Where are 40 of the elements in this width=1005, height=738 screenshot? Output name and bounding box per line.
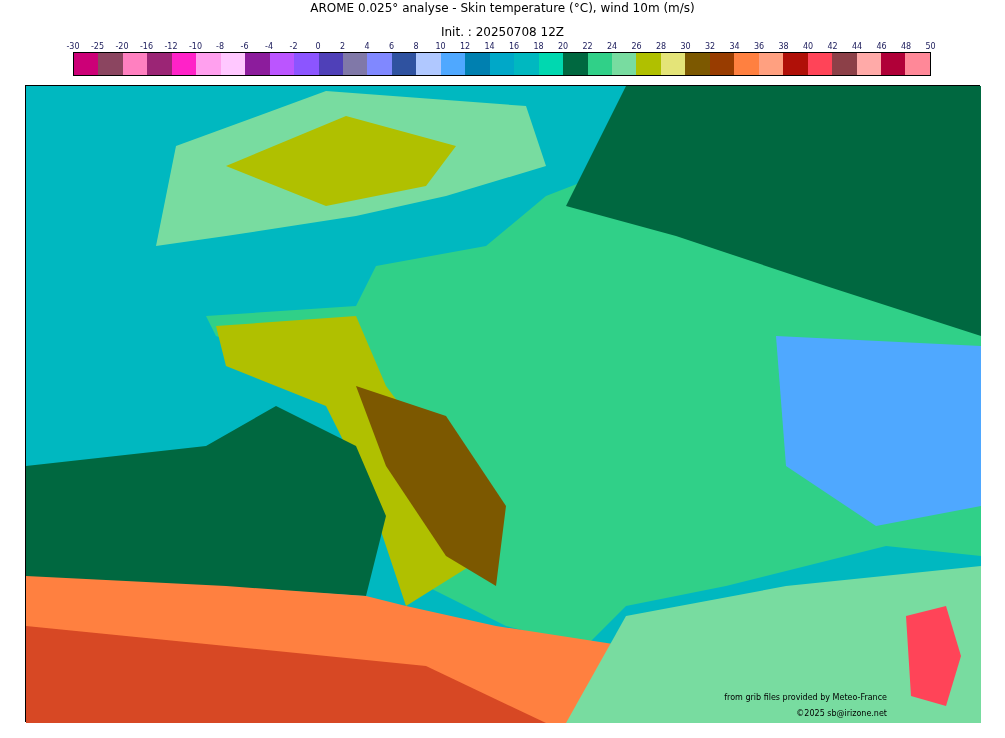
scale-tick-label: 50 — [925, 42, 936, 51]
scale-tick-label: -2 — [289, 42, 298, 51]
scale-tick-label: 38 — [778, 42, 789, 51]
scale-tick-label: -25 — [90, 42, 105, 51]
scale-tick-label: 40 — [802, 42, 814, 51]
scale-tick-label: 18 — [533, 42, 544, 51]
scale-tick-label: 12 — [459, 42, 471, 51]
scale-tick-label: 24 — [606, 42, 618, 51]
scale-tick-label: 44 — [851, 42, 863, 51]
chart-title: AROME 0.025° analyse - Skin temperature (°C), wind 10m (m/s) — [310, 1, 695, 15]
scale-tick-label: 36 — [753, 42, 765, 51]
scale-tick-label: 6 — [388, 42, 395, 51]
scale-tick-label: 32 — [704, 42, 716, 51]
scale-tick-label: -4 — [265, 42, 273, 51]
scale-tick-label: -20 — [115, 42, 129, 51]
scale-tick-label: 30 — [680, 42, 691, 51]
scale-tick-label: -30 — [66, 42, 80, 51]
scale-tick-label: 16 — [508, 42, 520, 51]
scale-tick-label: -16 — [139, 42, 154, 51]
scale-tick-label: 8 — [413, 42, 419, 51]
scale-tick-label: 48 — [900, 42, 912, 51]
scale-tick-label: 46 — [876, 42, 887, 51]
scale-tick-label: 14 — [484, 42, 495, 51]
scale-tick-label: 20 — [557, 42, 569, 51]
chart-subtitle: Init. : 20250708 12Z — [440, 25, 565, 39]
scale-tick-label: 22 — [582, 42, 593, 51]
credit-text: ©2025 sb@irizone.net — [796, 709, 887, 719]
scale-tick-label: 26 — [631, 42, 642, 51]
scale-tick-label: -10 — [188, 42, 203, 51]
scale-tick-label: 34 — [729, 42, 740, 51]
scale-tick-label: -12 — [164, 42, 178, 51]
scale-tick-label: 28 — [655, 42, 667, 51]
scale-tick-label: 42 — [827, 42, 838, 51]
credit-text: from grib files provided by Meteo-France — [724, 693, 887, 703]
scale-tick-label: -8 — [216, 42, 224, 51]
scale-tick-label: 2 — [339, 42, 346, 51]
scale-tick-label: 4 — [364, 42, 370, 51]
scale-tick-label: 10 — [435, 42, 446, 51]
scale-tick-label: -6 — [240, 42, 249, 51]
scale-tick-label: 0 — [315, 42, 321, 51]
